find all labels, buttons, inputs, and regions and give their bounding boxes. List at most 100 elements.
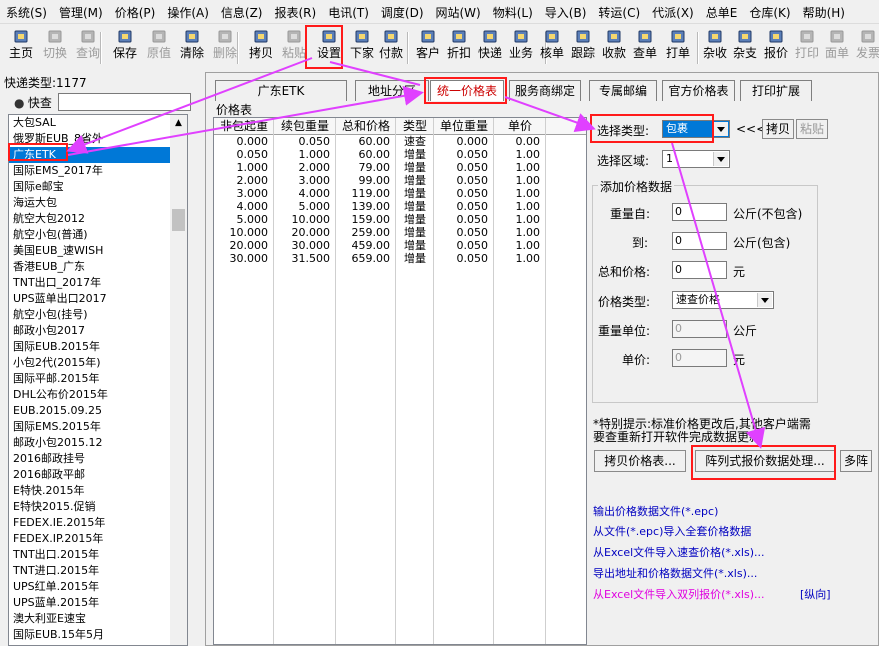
courier-type-item[interactable]: TNT出口_2017年 (9, 275, 187, 291)
courier-type-item[interactable]: 大包SAL (9, 115, 187, 131)
menu-item[interactable]: 信息(Z) (221, 0, 263, 24)
array-quote-button[interactable]: 阵列式报价数据处理... (695, 450, 835, 472)
select-zone-dropdown[interactable]: 1 (662, 150, 730, 168)
table-row[interactable]: 1.000 2.000 79.00 增量 0.050 1.00 (214, 161, 586, 174)
toolbar-button[interactable]: 切换 (37, 26, 73, 68)
menu-item[interactable]: 调度(D) (381, 0, 424, 24)
table-row[interactable]: 3.000 4.000 119.00 增量 0.050 1.00 (214, 187, 586, 200)
courier-type-item[interactable]: EUB.2015.09.25 (9, 403, 187, 419)
data-link[interactable]: 从Excel文件导入速查价格(*.xls)... (593, 544, 765, 560)
weight-to-input[interactable]: 0 (672, 232, 727, 250)
courier-type-item[interactable]: E特快.2015年 (9, 483, 187, 499)
data-link[interactable]: 从文件(*.epc)导入全套价格数据 (593, 523, 751, 539)
courier-type-item[interactable]: E特快2015.促销 (9, 499, 187, 515)
menu-item[interactable]: 网站(W) (436, 0, 481, 24)
courier-type-item[interactable]: FEDEX.IE.2015年 (9, 515, 187, 531)
table-row[interactable]: 4.000 5.000 139.00 增量 0.050 1.00 (214, 200, 586, 213)
table-row[interactable]: 2.000 3.000 99.00 增量 0.050 1.00 (214, 174, 586, 187)
unit-price-input[interactable]: 0 (672, 349, 727, 367)
data-link[interactable]: 从Excel文件导入双列报价(*.xls)... (593, 586, 765, 602)
table-header-cell[interactable]: 非包起重 (214, 118, 274, 134)
table-row[interactable]: 10.000 20.000 259.00 增量 0.050 1.00 (214, 226, 586, 239)
toolbar-button[interactable]: 清除 (174, 26, 210, 68)
table-row[interactable]: 30.000 31.500 659.00 增量 0.050 1.00 (214, 252, 586, 265)
weight-from-input[interactable]: 0 (672, 203, 727, 221)
toolbar-button[interactable]: 查单 (627, 26, 663, 68)
toolbar-button[interactable]: 设置 (311, 26, 347, 68)
menu-item[interactable]: 管理(M) (59, 0, 103, 24)
tab[interactable]: 官方价格表 (662, 80, 735, 101)
tab[interactable]: 广东ETK (215, 80, 347, 101)
courier-type-item[interactable]: 航空大包2012 (9, 211, 187, 227)
quick-search-input[interactable] (58, 93, 191, 111)
courier-type-item[interactable]: 2016邮政挂号 (9, 451, 187, 467)
tab[interactable]: 统一价格表 (430, 80, 504, 101)
menu-item[interactable]: 操作(A) (167, 0, 209, 24)
chevron-down-icon[interactable] (757, 293, 772, 307)
table-header-cell[interactable]: 续包重量 (274, 118, 336, 134)
price-type-dropdown[interactable]: 速查价格 (672, 291, 774, 309)
courier-type-item[interactable]: 小包2代(2015年) (9, 355, 187, 371)
courier-type-item[interactable]: 航空小包(普通) (9, 227, 187, 243)
menu-item[interactable]: 系统(S) (6, 0, 47, 24)
courier-type-item[interactable]: 国际EMS_2017年 (9, 163, 187, 179)
toolbar-button[interactable]: 付款 (373, 26, 409, 68)
total-price-input[interactable]: 0 (672, 261, 727, 279)
chevron-down-icon[interactable] (713, 152, 728, 166)
courier-type-item[interactable]: 邮政小包2015.12 (9, 435, 187, 451)
menu-item[interactable]: 转运(C) (598, 0, 640, 24)
toolbar-button[interactable]: 打单 (660, 26, 696, 68)
courier-type-item[interactable]: 国际EUB.2015年 (9, 339, 187, 355)
toolbar-button[interactable]: 原值 (141, 26, 177, 68)
menu-item[interactable]: 物料(L) (493, 0, 533, 24)
courier-type-item[interactable]: 国际e邮宝 (9, 179, 187, 195)
tab[interactable]: 专属邮编 (589, 80, 657, 101)
courier-type-item[interactable]: 邮政小包2017 (9, 323, 187, 339)
copy-type-button[interactable]: 拷贝 (762, 119, 794, 139)
scroll-up-icon[interactable]: ▲ (170, 115, 187, 131)
table-row[interactable]: 0.000 0.050 60.00 速查 0.000 0.00 (214, 135, 586, 148)
tab[interactable]: 地址分区 (355, 80, 429, 101)
table-header-cell[interactable]: 总和价格 (336, 118, 396, 134)
courier-type-item[interactable]: 2016邮政平邮 (9, 467, 187, 483)
courier-type-item[interactable]: 国际平邮.2015年 (9, 371, 187, 387)
toolbar-button[interactable]: 主页 (3, 26, 39, 68)
courier-type-item[interactable]: 国际EUB.15年5月 (9, 627, 187, 643)
courier-type-item[interactable]: DHL公布价2015年 (9, 387, 187, 403)
courier-type-item[interactable]: FEDEX.IP.2015年 (9, 531, 187, 547)
table-header-cell[interactable]: 单位重量 (434, 118, 494, 134)
courier-type-item[interactable]: 广东ETK (9, 147, 187, 163)
courier-type-item[interactable]: 海运大包 (9, 195, 187, 211)
table-header-cell[interactable]: 单价 (494, 118, 546, 134)
table-row[interactable]: 20.000 30.000 459.00 增量 0.050 1.00 (214, 239, 586, 252)
courier-type-item[interactable]: 美国EUB_速WISH (9, 243, 187, 259)
table-row[interactable]: 5.000 10.000 159.00 增量 0.050 1.00 (214, 213, 586, 226)
courier-type-item[interactable]: 澳大利亚E速宝 (9, 611, 187, 627)
vertical-link[interactable]: [纵向] (800, 586, 831, 602)
toolbar-button[interactable]: 查询 (70, 26, 106, 68)
courier-type-item[interactable]: UPS蓝单.2015年 (9, 595, 187, 611)
toolbar-button[interactable]: 删除 (207, 26, 243, 68)
table-row[interactable]: 0.050 1.000 60.00 增量 0.050 1.00 (214, 148, 586, 161)
copy-price-table-button[interactable]: 拷贝价格表... (594, 450, 686, 472)
menu-item[interactable]: 仓库(K) (749, 0, 790, 24)
multi-array-button[interactable]: 多阵 (840, 450, 872, 472)
scroll-thumb[interactable] (172, 209, 185, 231)
chevron-down-icon[interactable] (713, 122, 728, 136)
tab[interactable]: 打印扩展 (740, 80, 812, 101)
data-link[interactable]: 输出价格数据文件(*.epc) (593, 503, 718, 519)
courier-type-list-scrollbar[interactable]: ▲ (170, 115, 187, 645)
toolbar-button[interactable]: 粘贴 (276, 26, 312, 68)
courier-type-item[interactable]: 俄罗斯EUB_8省外 (9, 131, 187, 147)
menu-item[interactable]: 总单E (706, 0, 738, 24)
menu-item[interactable]: 代派(X) (652, 0, 694, 24)
table-header-cell[interactable]: 类型 (396, 118, 434, 134)
menu-item[interactable]: 价格(P) (115, 0, 156, 24)
unit-weight-input[interactable]: 0 (672, 320, 727, 338)
courier-type-item[interactable]: 航空小包(挂号) (9, 307, 187, 323)
paste-type-button[interactable]: 粘贴 (796, 119, 828, 139)
data-link[interactable]: 导出地址和价格数据文件(*.xls)... (593, 565, 757, 581)
menu-item[interactable]: 报表(R) (274, 0, 316, 24)
toolbar-button[interactable]: 保存 (107, 26, 143, 68)
courier-type-item[interactable]: UPS蓝单出口2017 (9, 291, 187, 307)
